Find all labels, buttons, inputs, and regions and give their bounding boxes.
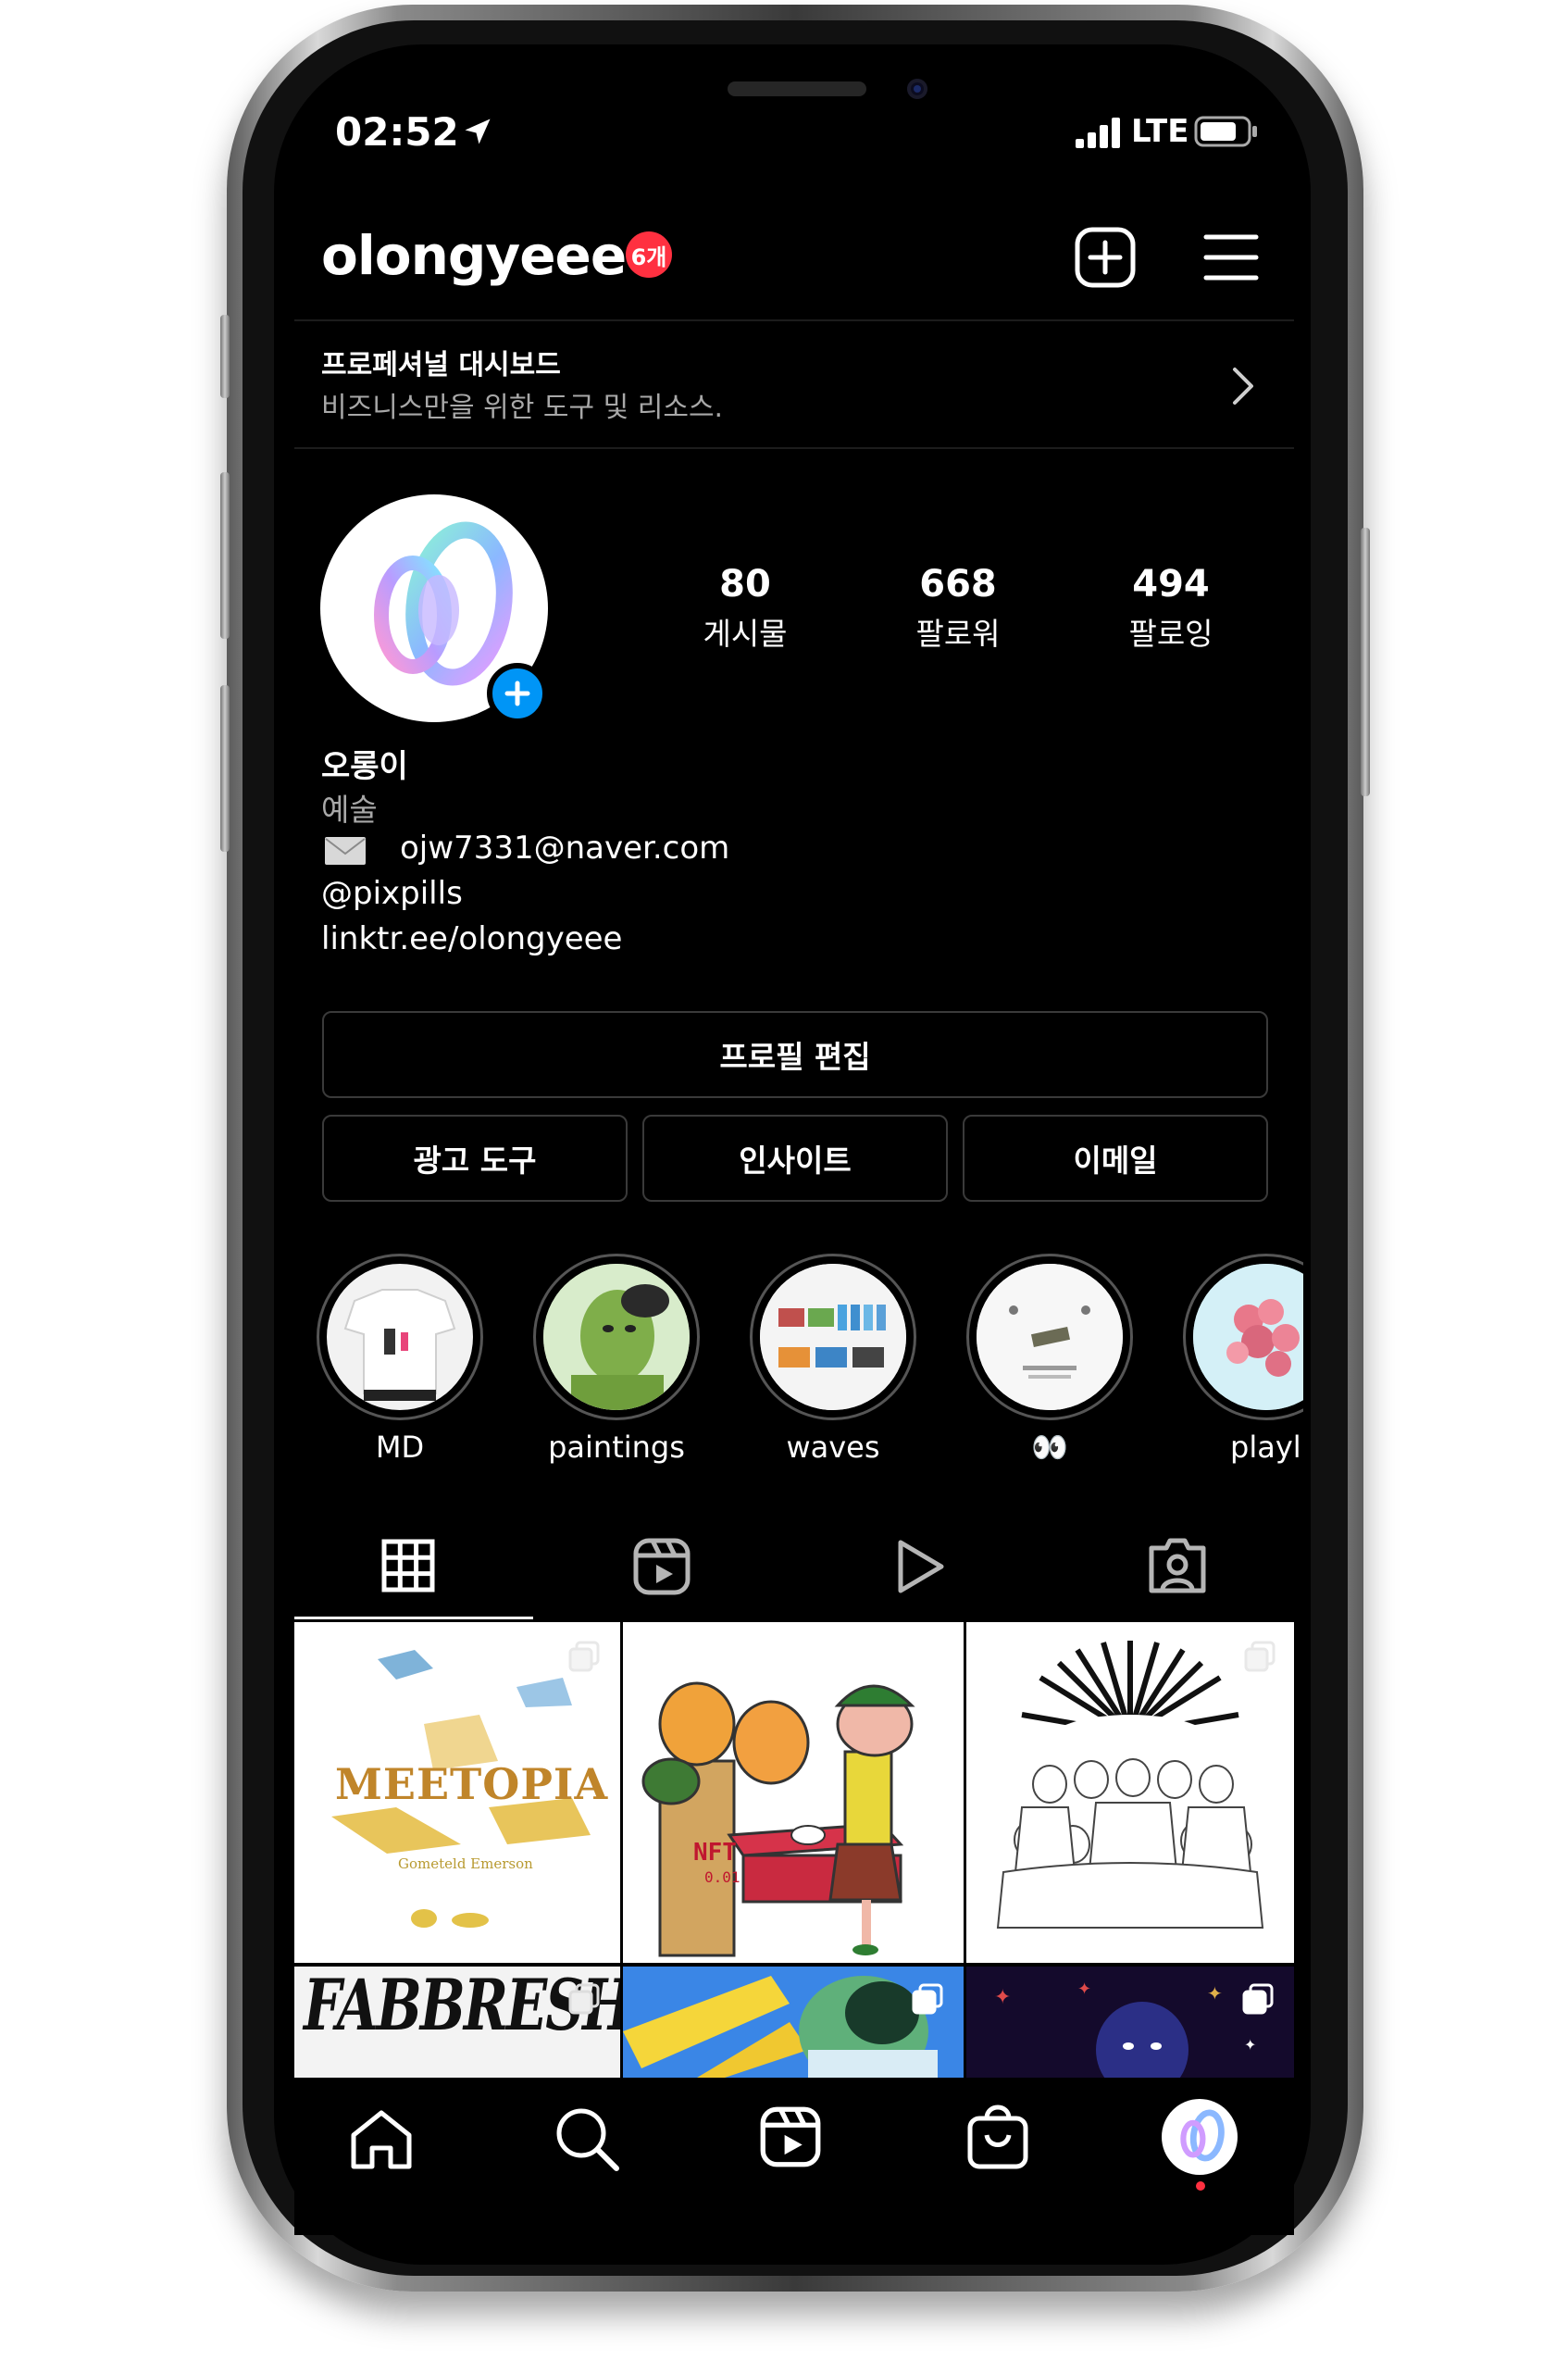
post-tile-1-caption: Gometeld Emerson [398,1855,533,1872]
ad-tools-button[interactable]: 광고 도구 [322,1115,628,1202]
post-tile-1[interactable]: MEETOPIA Gometeld Emerson [294,1622,620,1963]
post-tile-3[interactable] [966,1622,1294,1963]
plus-square-icon[interactable] [1074,226,1137,289]
play-icon[interactable] [893,1537,947,1596]
highlight-playlist[interactable] [1183,1254,1303,1420]
status-time: 02:52 [335,109,459,155]
reels-nav-icon[interactable] [759,2105,822,2168]
highlight-md-cover [327,1264,473,1410]
profile-email[interactable]: ojw7331@naver.com [400,830,729,867]
battery-icon [1194,116,1257,147]
plus-icon [504,681,530,706]
profile-username[interactable]: olongyeee [321,224,627,287]
home-icon[interactable] [348,2107,415,2170]
highlight-waves-cover [760,1264,906,1410]
grid-tab-indicator [294,1617,533,1619]
stat-posts-value: 80 [719,563,771,606]
stat-posts[interactable]: 80 게시물 [653,556,838,657]
highlight-waves-label: waves [786,1430,880,1465]
highlight-eyes-label: 👀 [1031,1430,1068,1465]
post-tile-2[interactable]: NFT 0.01 [623,1622,964,1963]
highlight-eyes-cover [977,1264,1123,1410]
reels-icon[interactable] [632,1537,691,1596]
professional-dashboard[interactable]: 프로페셔널 대시보드 비즈니스만을 위한 도구 및 리소스. [294,321,1294,447]
tagged-person-icon[interactable] [1148,1537,1207,1596]
highlight-playlist-cover [1193,1264,1303,1410]
stat-following[interactable]: 494 팔로잉 [1078,556,1263,657]
front-camera [907,79,927,99]
post-tile-6[interactable]: ✦ ✦ ✦ ✦ [966,1967,1294,2078]
power-button [1361,528,1370,796]
highlight-paintings-cover [543,1264,690,1410]
insights-button[interactable]: 인사이트 [642,1115,948,1202]
grid-icon[interactable] [381,1539,435,1592]
profile-nav-avatar-icon [1180,2109,1225,2162]
highlight-playlist-label: playlis [1230,1430,1303,1465]
network-label: LTE [1131,113,1189,150]
search-icon[interactable] [554,2105,620,2172]
dashboard-subtitle: 비즈니스만을 위한 도구 및 리소스. [321,392,724,424]
highlight-paintings[interactable] [533,1254,700,1420]
dashboard-title: 프로페셔널 대시보드 [321,349,561,381]
notification-badge[interactable]: 6개 [626,231,672,278]
highlight-waves[interactable] [750,1254,916,1420]
edit-profile-button[interactable]: 프로필 편집 [322,1011,1268,1098]
svg-text:✦: ✦ [1077,1980,1091,1999]
profile-mention[interactable]: @pixpills [321,875,463,912]
earpiece-speaker [728,81,866,96]
highlight-md-label: MD [375,1430,425,1465]
location-arrow-icon [465,119,491,144]
volume-up-button [220,472,230,639]
volume-down-button [220,685,230,852]
shopping-bag-icon[interactable] [966,2102,1029,2170]
post-tile-1-title: MEETOPIA [335,1759,609,1809]
profile-nav-dot [1196,2181,1205,2191]
multi-post-icon [1242,1983,1274,2015]
svg-text:✦: ✦ [1244,2036,1256,2054]
highlight-eyes[interactable] [966,1254,1133,1420]
chevron-right-icon [1233,368,1253,405]
highlight-md[interactable] [317,1254,483,1420]
post-tile-2-sign: NFT [693,1839,737,1867]
add-story-button[interactable] [487,663,548,724]
stat-following-label: 팔로잉 [1128,616,1213,652]
profile-link[interactable]: linktr.ee/olongyeee [321,920,622,957]
stat-posts-label: 게시물 [703,616,788,652]
dashboard-bottom-divider [294,447,1294,449]
highlight-paintings-label: paintings [548,1430,685,1465]
email-label: 이메일 [1073,1143,1158,1179]
profile-display-name: 오롱이 [321,748,408,785]
multi-post-icon [912,1983,943,2015]
ad-tools-label: 광고 도구 [413,1143,537,1179]
insights-label: 인사이트 [739,1143,852,1179]
post-tile-2-price: 0.01 [704,1868,740,1886]
post-tile-4[interactable]: FABBRESH [294,1967,620,2078]
edit-profile-label: 프로필 편집 [719,1039,871,1075]
multi-post-icon [1244,1641,1276,1672]
silent-switch [220,315,230,398]
highlights-row: MD paintings waves 👀 playl [294,1241,1303,1481]
svg-text:✦: ✦ [994,1986,1011,2009]
hamburger-menu-icon[interactable] [1203,231,1259,283]
stat-followers-value: 668 [919,563,997,606]
post-tile-5[interactable] [623,1967,964,2078]
signal-bars-icon [1076,118,1120,148]
envelope-icon [325,837,366,865]
stat-followers-label: 팔로워 [915,616,1001,652]
profile-category: 예술 [321,792,378,828]
stat-followers[interactable]: 668 팔로워 [865,556,1051,657]
email-button[interactable]: 이메일 [963,1115,1268,1202]
profile-nav-avatar[interactable] [1164,2102,1235,2172]
multi-post-icon [568,1641,600,1672]
stat-following-value: 494 [1132,563,1210,606]
notification-badge-count: 6개 [630,244,667,270]
multi-post-icon [568,1983,600,2015]
svg-text:✦: ✦ [1207,1982,1223,2005]
